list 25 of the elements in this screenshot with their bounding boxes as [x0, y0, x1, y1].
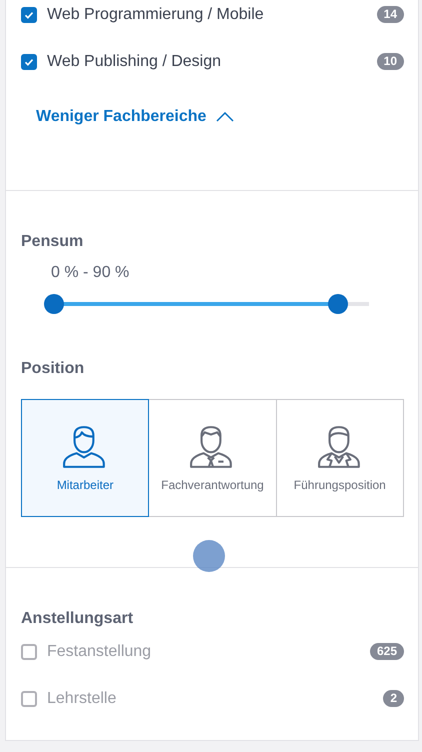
checkbox[interactable]	[21, 54, 37, 70]
checkbox[interactable]	[21, 6, 37, 22]
count-badge: 2	[383, 690, 404, 707]
count-badge: 14	[376, 6, 404, 23]
position-option[interactable]: Führungsposition	[276, 399, 404, 517]
slider-thumb[interactable]	[328, 294, 348, 314]
slider-thumb[interactable]	[44, 294, 64, 314]
section-title: Pensum	[21, 233, 84, 251]
count-badge: 625	[370, 643, 404, 660]
less-link[interactable]: Weniger Fachbereiche	[36, 105, 234, 129]
option-label: Web Programmierung / Mobile	[47, 6, 265, 24]
section-title: Anstellungsart	[21, 610, 134, 628]
option-label: Lehrstelle	[47, 690, 118, 708]
position-option[interactable]: Mitarbeiter	[21, 399, 150, 517]
position-option[interactable]: Fachverantwortung	[148, 399, 277, 517]
range-reading: 0 % - 90 %	[51, 264, 130, 282]
section-title: Position	[21, 360, 86, 378]
count-badge: 10	[376, 53, 404, 70]
person-icon	[316, 424, 363, 468]
chevron-up-icon	[216, 112, 234, 122]
option-label: Web Publishing / Design	[47, 52, 222, 70]
touch-indicator	[193, 540, 225, 572]
option-label: Festanstellung	[47, 642, 152, 660]
checkbox[interactable]	[21, 644, 37, 660]
checkbox[interactable]	[21, 690, 37, 706]
